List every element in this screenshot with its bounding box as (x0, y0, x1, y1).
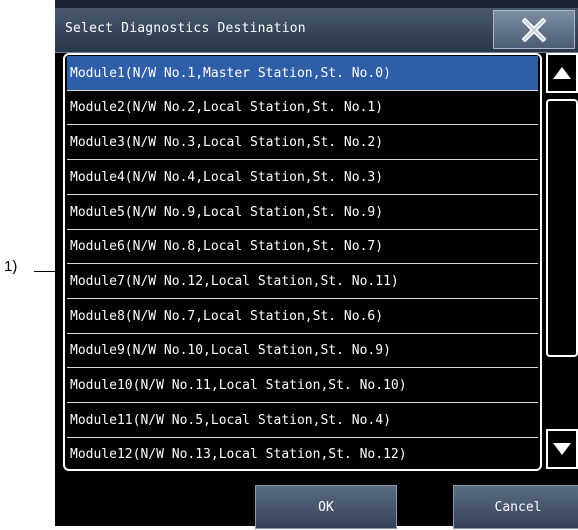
list-item[interactable]: Module1(N/W No.1,Master Station,St. No.0… (67, 56, 538, 91)
close-button[interactable] (493, 10, 575, 49)
list-item[interactable]: Module7(N/W No.12,Local Station,St. No.1… (67, 264, 538, 299)
dialog-title: Select Diagnostics Destination (65, 21, 306, 36)
triangle-up-icon (553, 67, 571, 79)
cancel-button[interactable]: Cancel (453, 485, 578, 529)
list-scrollbar[interactable] (546, 53, 578, 471)
list-item[interactable]: Module5(N/W No.9,Local Station,St. No.9) (67, 195, 538, 230)
scroll-track[interactable] (546, 359, 578, 429)
triangle-down-icon (553, 443, 571, 455)
scroll-thumb[interactable] (546, 99, 578, 357)
scroll-down-button[interactable] (546, 429, 578, 469)
list-item[interactable]: Module10(N/W No.11,Local Station,St. No.… (67, 368, 538, 403)
ok-button[interactable]: OK (255, 485, 397, 529)
callout-label: 1) (4, 258, 18, 275)
list-item[interactable]: Module3(N/W No.3,Local Station,St. No.2) (67, 125, 538, 160)
close-x-icon (522, 18, 546, 42)
list-item[interactable]: Module8(N/W No.7,Local Station,St. No.6) (67, 299, 538, 334)
list-item[interactable]: Module12(N/W No.13,Local Station,St. No.… (67, 438, 538, 469)
scroll-up-button[interactable] (546, 53, 578, 93)
select-diagnostics-dialog: Select Diagnostics Destination Module1(N… (55, 0, 578, 529)
dialog-titlebar: Select Diagnostics Destination (55, 8, 578, 53)
list-item[interactable]: Module9(N/W No.10,Local Station,St. No.9… (67, 334, 538, 368)
destination-list: Module1(N/W No.1,Master Station,St. No.0… (63, 53, 542, 471)
list-item[interactable]: Module2(N/W No.2,Local Station,St. No.1) (67, 91, 538, 125)
window-top-strip (55, 0, 578, 8)
list-item[interactable]: Module4(N/W No.4,Local Station,St. No.3) (67, 160, 538, 195)
list-item[interactable]: Module6(N/W No.8,Local Station,St. No.7) (67, 230, 538, 264)
list-item[interactable]: Module11(N/W No.5,Local Station,St. No.4… (67, 403, 538, 438)
